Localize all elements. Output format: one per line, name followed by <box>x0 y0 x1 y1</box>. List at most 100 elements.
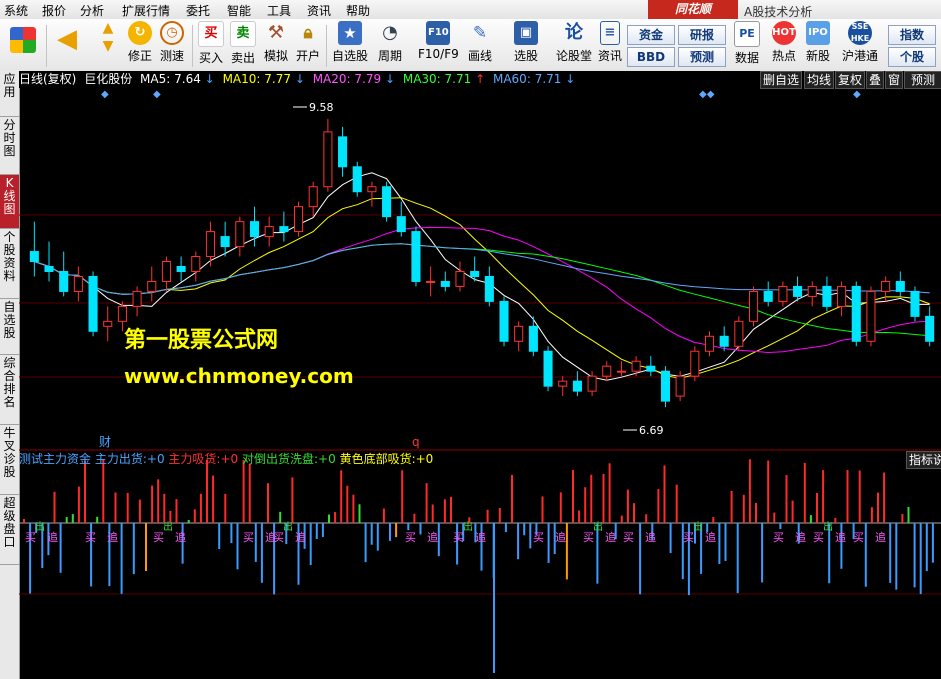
tab-super-panel[interactable]: 超级盘口 <box>0 495 19 565</box>
info-marker[interactable]: ◆ <box>153 89 161 100</box>
forecast-button[interactable]: 预测 <box>678 47 726 67</box>
speed-test-button[interactable]: ◷ 测速 <box>160 21 184 64</box>
candle <box>631 356 641 377</box>
candle-body <box>631 360 641 372</box>
signal-chase-label: 追 <box>475 530 486 544</box>
draw-line-button[interactable]: ✎ 画线 <box>468 21 492 64</box>
f10-button[interactable]: F10 F10/F9 <box>418 21 459 61</box>
tab-diagnosis[interactable]: 牛叉诊股 <box>0 425 19 495</box>
indicator-help-button[interactable]: 指标说 <box>906 451 941 469</box>
candle <box>103 306 113 342</box>
info-marker[interactable]: ◆ <box>853 89 861 100</box>
ma-button[interactable]: 均线 <box>804 71 834 89</box>
finance-marker[interactable]: 财 <box>99 435 111 449</box>
candle-body <box>616 370 626 373</box>
new-stock-icon: IPO <box>806 21 830 45</box>
predict-button[interactable]: 预测 <box>904 71 941 89</box>
period-button[interactable]: ◔ 周期 <box>378 21 402 64</box>
stock-picker-button[interactable]: ▣ 选股 <box>514 21 538 64</box>
menu-help[interactable]: 帮助 <box>346 2 370 19</box>
candle <box>543 346 553 392</box>
tab-watchlist[interactable]: 自选股 <box>0 299 19 355</box>
candle <box>440 271 450 292</box>
watchlist-button[interactable]: ★ 自选股 <box>332 21 368 64</box>
tab-intraday[interactable]: 分时图 <box>0 117 19 175</box>
forum-button[interactable]: 论 论股堂 <box>556 21 592 64</box>
candle-body <box>528 325 538 352</box>
tab-kline[interactable]: K线图 <box>0 175 19 229</box>
sell-button[interactable]: 卖 卖出 <box>230 21 256 66</box>
indicator-bar <box>645 514 648 523</box>
overlay-button[interactable]: 叠 <box>866 71 884 89</box>
signal-buy-label: 买 <box>243 531 254 544</box>
hk-connect-label: 沪港通 <box>842 49 879 63</box>
tab-stock-profile[interactable]: 个股资料 <box>0 229 19 299</box>
menu-news[interactable]: 资讯 <box>307 2 331 19</box>
hotspot-button[interactable]: HOT 热点 <box>772 21 796 64</box>
tab-stock-profile-label: 个股资料 <box>3 230 16 283</box>
menu-tools[interactable]: 工具 <box>267 2 291 19</box>
candle <box>249 206 260 247</box>
indicator-bar <box>230 523 233 544</box>
indicator-bar <box>193 509 196 523</box>
signal-buy-label: 买 <box>623 531 634 544</box>
data-button[interactable]: PE 数据 <box>734 21 760 66</box>
indicator-bar <box>931 523 934 563</box>
individual-stock-button[interactable]: 个股 <box>888 47 936 67</box>
menu-analysis[interactable]: 分析 <box>80 2 104 19</box>
indicator-bar <box>834 517 837 523</box>
menu-system[interactable]: 系统 <box>4 2 28 19</box>
ma20-label: MA20: <box>312 72 351 86</box>
watermark-title: 第一股票公式网 <box>124 328 279 353</box>
indicator-bar <box>279 511 282 523</box>
research-button[interactable]: 研报 <box>678 25 726 45</box>
index-button[interactable]: 指数 <box>888 25 936 45</box>
hk-connect-button[interactable]: SSE HKE 沪港通 <box>842 21 878 64</box>
bbd-button[interactable]: BBD <box>627 47 675 67</box>
signal-chase-label: 追 <box>47 530 58 544</box>
simulate-button[interactable]: ⚒ 模拟 <box>264 21 288 64</box>
fix-button[interactable]: ↻ 修正 <box>128 21 152 64</box>
info-marker[interactable]: ◆ <box>101 89 109 100</box>
open-account-button[interactable]: 🔒︎ 开户 <box>296 21 320 64</box>
q-marker[interactable]: q <box>412 435 420 449</box>
tab-ranking[interactable]: 综合排名 <box>0 355 19 425</box>
tab-apps[interactable]: 应用 <box>0 71 19 117</box>
signal-labels: 买追出买追买追出买 追买 追出买追买追出买追买追出买追买追出买追买追出买追 <box>25 520 886 544</box>
info-marker[interactable]: ◆◆ <box>699 89 715 100</box>
capital-button[interactable]: 资金 <box>627 25 675 45</box>
menu-entrust[interactable]: 委托 <box>186 2 210 19</box>
adjust-button[interactable]: 复权 <box>835 71 865 89</box>
ma60-arrow: ↓ <box>565 72 576 86</box>
new-stock-button[interactable]: IPO 新股 <box>806 21 830 64</box>
indicator-bar <box>242 460 245 523</box>
candle <box>352 161 362 197</box>
ma20-arrow: ↓ <box>384 72 396 86</box>
indicator-bar <box>633 503 635 523</box>
menu-smart[interactable]: 智能 <box>227 2 251 19</box>
indicator-bar <box>443 499 446 523</box>
candle-body <box>205 231 216 258</box>
buy-button[interactable]: 买 买入 <box>198 21 224 66</box>
clock-cycle-icon: ◔ <box>382 22 398 43</box>
candle <box>411 226 421 287</box>
candle-body <box>132 290 142 307</box>
stock-picker-label: 选股 <box>514 49 539 63</box>
indicator-bar <box>157 479 160 523</box>
indicator-bar <box>224 493 227 523</box>
indicator-bar <box>401 470 404 523</box>
indicator-bar <box>858 470 861 523</box>
indicator-bar <box>53 491 56 523</box>
indicator-bar <box>504 523 507 533</box>
candle <box>851 281 861 347</box>
menu-quote[interactable]: 报价 <box>42 2 66 19</box>
indicator-bar <box>712 517 715 523</box>
remove-watchlist-button[interactable]: 删自选 <box>760 71 802 89</box>
back-button[interactable]: ◀ <box>55 26 79 52</box>
up-down-button[interactable]: ▲ ▼ <box>96 21 120 53</box>
window-button[interactable]: 窗 <box>885 71 903 89</box>
menu-extended-market[interactable]: 扩展行情 <box>122 2 170 19</box>
indicator-bar <box>267 483 269 523</box>
windows-layout-button[interactable] <box>10 27 36 53</box>
news-button[interactable]: ≡ 资讯 <box>598 21 622 64</box>
